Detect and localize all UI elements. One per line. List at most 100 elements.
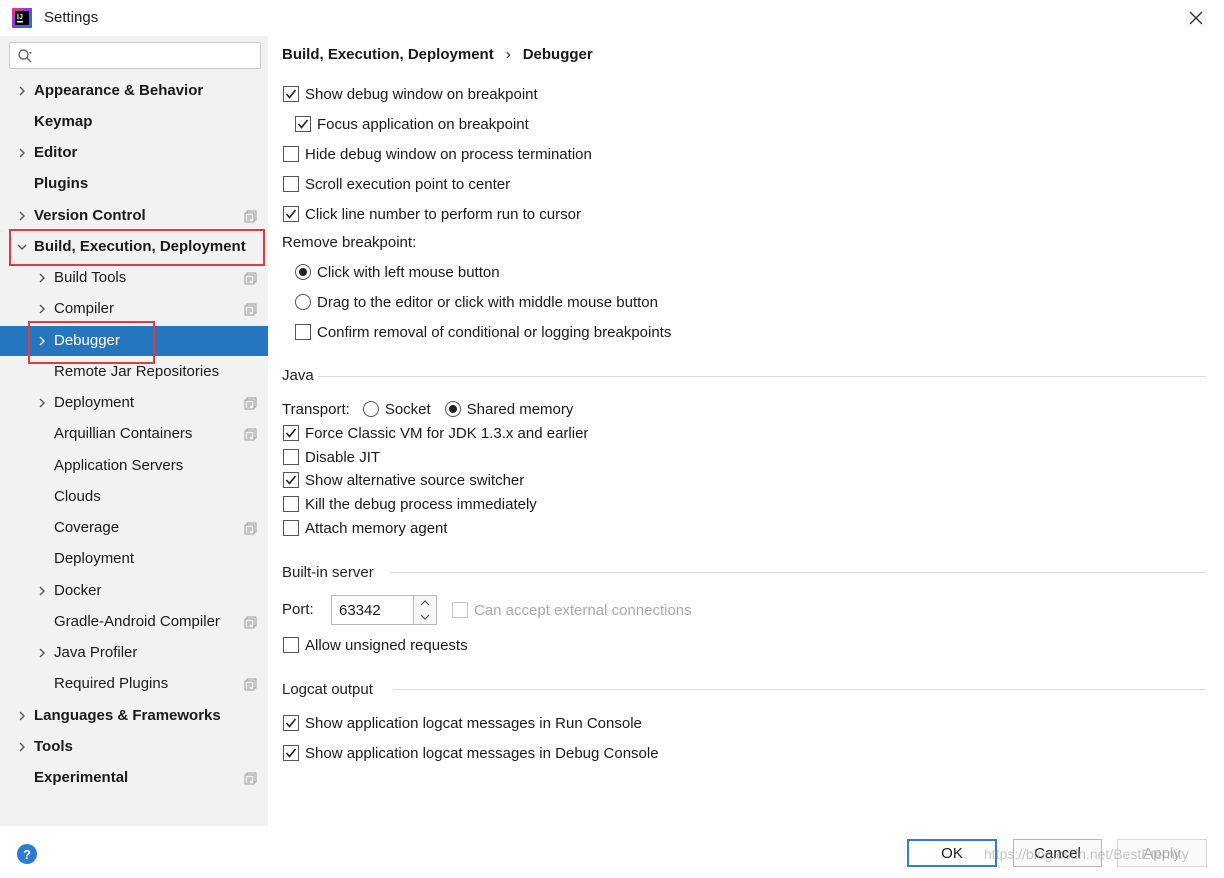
click-line-number-checkbox[interactable] xyxy=(283,206,299,222)
logcat-section-title: Logcat output xyxy=(282,681,373,698)
hide-debug-window-checkbox[interactable] xyxy=(283,146,299,162)
remove-left-click-radio[interactable] xyxy=(295,264,311,280)
sidebar-item-debugger[interactable]: Debugger xyxy=(0,326,268,356)
chevron-right-icon[interactable] xyxy=(16,710,28,722)
transport-socket-label[interactable]: Socket xyxy=(385,401,431,418)
remove-drag-option[interactable]: Drag to the editor or click with middle … xyxy=(295,291,658,313)
svg-text:IJ: IJ xyxy=(17,14,23,21)
chevron-down-icon[interactable] xyxy=(16,241,28,253)
focus-application-checkbox[interactable] xyxy=(295,116,311,132)
chevron-right-icon[interactable] xyxy=(36,335,48,347)
sidebar-item-label: Deployment xyxy=(54,394,135,411)
sidebar-item-keymap[interactable]: Keymap xyxy=(0,107,268,137)
chevron-right-icon[interactable] xyxy=(36,585,48,597)
chevron-right-icon[interactable] xyxy=(16,85,28,97)
attach-memory-agent-checkbox[interactable] xyxy=(283,520,299,536)
logcat-section-divider xyxy=(393,689,1206,690)
chevron-up-icon xyxy=(420,600,430,606)
chevron-right-icon[interactable] xyxy=(16,147,28,159)
disable-jit-option[interactable]: Disable JIT xyxy=(283,446,380,468)
help-button[interactable]: ? xyxy=(17,844,37,864)
chevron-right-icon[interactable] xyxy=(36,647,48,659)
attach-memory-agent-option[interactable]: Attach memory agent xyxy=(283,517,448,539)
sidebar-item-label: Clouds xyxy=(54,488,101,505)
chevron-right-icon[interactable] xyxy=(16,741,28,753)
sidebar-item-tools[interactable]: Tools xyxy=(0,732,268,762)
transport-shared-memory-label[interactable]: Shared memory xyxy=(467,401,574,418)
sidebar-item-deployment[interactable]: Deployment xyxy=(0,388,268,418)
hide-debug-window-option[interactable]: Hide debug window on process termination xyxy=(283,143,592,165)
show-debug-window-label: Show debug window on breakpoint xyxy=(305,85,538,103)
focus-application-option[interactable]: Focus application on breakpoint xyxy=(295,113,529,135)
port-decrement-button[interactable] xyxy=(414,610,436,624)
allow-unsigned-checkbox[interactable] xyxy=(283,637,299,653)
port-spinner[interactable] xyxy=(413,595,437,625)
sidebar-item-remote-jar-repositories[interactable]: Remote Jar Repositories xyxy=(0,357,268,387)
confirm-removal-checkbox[interactable] xyxy=(295,324,311,340)
show-debug-window-checkbox[interactable] xyxy=(283,86,299,102)
logcat-run-console-label: Show application logcat messages in Run … xyxy=(305,714,642,732)
chevron-right-icon[interactable] xyxy=(36,303,48,315)
click-line-number-label: Click line number to perform run to curs… xyxy=(305,205,581,223)
sidebar-item-plugins[interactable]: Plugins xyxy=(0,169,268,199)
breadcrumb-current: Debugger xyxy=(522,46,593,63)
accept-external-option: Can accept external connections xyxy=(452,599,692,621)
logcat-debug-console-option[interactable]: Show application logcat messages in Debu… xyxy=(283,742,659,764)
sidebar-item-label: Arquillian Containers xyxy=(54,425,193,442)
force-classic-vm-option[interactable]: Force Classic VM for JDK 1.3.x and earli… xyxy=(283,422,588,444)
project-level-icon xyxy=(244,397,257,410)
sidebar-item-required-plugins[interactable]: Required Plugins xyxy=(0,669,268,699)
transport-socket-radio[interactable] xyxy=(362,401,379,417)
transport-shared-memory-radio[interactable] xyxy=(444,401,461,417)
show-alt-source-option[interactable]: Show alternative source switcher xyxy=(283,469,524,491)
sidebar-item-languages-frameworks[interactable]: Languages & Frameworks xyxy=(0,701,268,731)
logcat-debug-console-checkbox[interactable] xyxy=(283,745,299,761)
sidebar-item-editor[interactable]: Editor xyxy=(0,138,268,168)
remove-left-click-option[interactable]: Click with left mouse button xyxy=(295,261,500,283)
logcat-run-console-checkbox[interactable] xyxy=(283,715,299,731)
builtin-server-section-title: Built-in server xyxy=(282,564,374,581)
sidebar-item-compiler[interactable]: Compiler xyxy=(0,294,268,324)
sidebar-item-experimental[interactable]: Experimental xyxy=(0,763,268,793)
scroll-execution-option[interactable]: Scroll execution point to center xyxy=(283,173,510,195)
remove-drag-radio[interactable] xyxy=(295,294,311,310)
sidebar-item-java-profiler[interactable]: Java Profiler xyxy=(0,638,268,668)
port-input[interactable]: 63342 xyxy=(331,595,415,625)
project-level-icon xyxy=(244,303,257,316)
sidebar-item-application-servers[interactable]: Application Servers xyxy=(0,451,268,481)
confirm-removal-option[interactable]: Confirm removal of conditional or loggin… xyxy=(295,321,671,343)
sidebar-item-build-execution-deployment[interactable]: Build, Execution, Deployment xyxy=(0,232,268,262)
kill-debug-process-option[interactable]: Kill the debug process immediately xyxy=(283,493,537,515)
port-label: Port: xyxy=(282,601,314,618)
chevron-right-icon[interactable] xyxy=(36,272,48,284)
force-classic-vm-checkbox[interactable] xyxy=(283,425,299,441)
click-line-number-option[interactable]: Click line number to perform run to curs… xyxy=(283,203,581,225)
sidebar-item-gradle-android-compiler[interactable]: Gradle-Android Compiler xyxy=(0,607,268,637)
project-level-icon xyxy=(244,678,257,691)
scroll-execution-checkbox[interactable] xyxy=(283,176,299,192)
sidebar-item-clouds[interactable]: Clouds xyxy=(0,482,268,512)
checkmark-icon xyxy=(285,748,297,758)
sidebar-item-build-tools[interactable]: Build Tools xyxy=(0,263,268,293)
sidebar-item-coverage[interactable]: Coverage xyxy=(0,513,268,543)
breadcrumb-parent[interactable]: Build, Execution, Deployment xyxy=(282,46,494,63)
close-button[interactable] xyxy=(1182,6,1210,30)
show-alt-source-checkbox[interactable] xyxy=(283,472,299,488)
sidebar-item-arquillian-containers[interactable]: Arquillian Containers xyxy=(0,419,268,449)
checkmark-icon xyxy=(285,718,297,728)
disable-jit-checkbox[interactable] xyxy=(283,449,299,465)
show-debug-window-option[interactable]: Show debug window on breakpoint xyxy=(283,83,538,105)
sidebar-item-label: Build Tools xyxy=(54,269,127,286)
search-input[interactable] xyxy=(9,42,261,69)
sidebar-item-docker[interactable]: Docker xyxy=(0,576,268,606)
sidebar-item-deployment[interactable]: Deployment xyxy=(0,544,268,574)
sidebar-item-label: Keymap xyxy=(34,113,93,130)
sidebar-item-appearance-behavior[interactable]: Appearance & Behavior xyxy=(0,76,268,106)
chevron-right-icon[interactable] xyxy=(16,210,28,222)
chevron-right-icon[interactable] xyxy=(36,397,48,409)
allow-unsigned-option[interactable]: Allow unsigned requests xyxy=(283,634,468,656)
port-increment-button[interactable] xyxy=(414,596,436,610)
sidebar-item-version-control[interactable]: Version Control xyxy=(0,201,268,231)
logcat-run-console-option[interactable]: Show application logcat messages in Run … xyxy=(283,712,642,734)
kill-debug-process-checkbox[interactable] xyxy=(283,496,299,512)
